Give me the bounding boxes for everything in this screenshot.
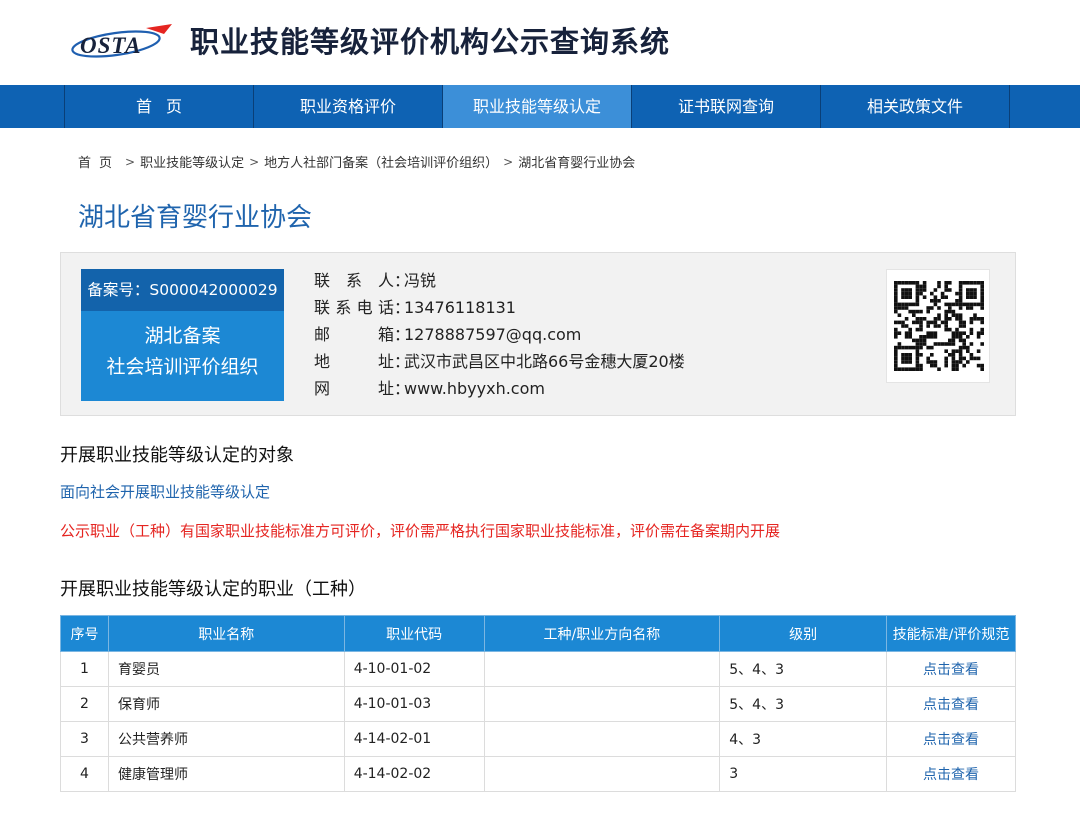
view-standard-link[interactable]: 点击查看 (886, 756, 1016, 792)
phone-value: 13476118131 (404, 298, 516, 317)
nav-item-policy-docs[interactable]: 相关政策文件 (821, 85, 1010, 128)
website-row: 网址： www.hbyyxh.com (314, 375, 685, 402)
table-row: 2 保育师 4-10-01-03 5、4、3 点击查看 (60, 686, 1016, 722)
nav-item-home[interactable]: 首页 (65, 85, 254, 128)
row-direction (483, 721, 721, 757)
occupations-heading: 开展职业技能等级认定的职业（工种） (60, 579, 366, 600)
view-standard-link[interactable]: 点击查看 (886, 651, 1016, 687)
breadcrumb-separator: > (125, 154, 136, 169)
address-label: 地址 (314, 352, 394, 371)
row-level: 4、3 (719, 721, 888, 757)
contact-value: 冯锐 (404, 271, 437, 290)
org-info-card: 备案号：S000042000029 湖北备案 社会培训评价组织 联系人： 冯锐 … (60, 252, 1016, 416)
row-level: 3 (719, 756, 888, 792)
row-no: 1 (60, 651, 109, 687)
table-row: 3 公共营养师 4-14-02-01 4、3 点击查看 (60, 721, 1016, 757)
phone-label: 联系电话 (314, 298, 394, 317)
email-label: 邮箱 (314, 325, 394, 344)
qr-code-icon (886, 269, 990, 383)
row-occupation-name: 保育师 (107, 686, 345, 722)
row-direction (483, 686, 721, 722)
view-standard-link[interactable]: 点击查看 (886, 721, 1016, 757)
target-heading: 开展职业技能等级认定的对象 (60, 445, 294, 466)
nav-item-certificate-query[interactable]: 证书联网查询 (632, 85, 821, 128)
page-title: 湖北省育婴行业协会 (78, 203, 313, 233)
contact-row: 联系人： 冯锐 (314, 267, 685, 294)
breadcrumb-skill-level[interactable]: 职业技能等级认定 (140, 152, 244, 171)
row-occupation-name: 健康管理师 (107, 756, 345, 792)
notice-text: 公示职业（工种）有国家职业技能标准方可评价，评价需严格执行国家职业技能标准，评价… (60, 522, 781, 540)
record-number: 备案号：S000042000029 (81, 269, 284, 311)
contact-label: 联系人 (314, 271, 394, 290)
badge-line-2: 社会培训评价组织 (106, 356, 259, 378)
occupations-table: 序号 职业名称 职业代码 工种/职业方向名称 级别 技能标准/评价规范 1 育婴… (60, 615, 1016, 792)
breadcrumb-separator: > (503, 154, 514, 169)
breadcrumb: 首页 > 职业技能等级认定 > 地方人社部门备案（社会培训评价组织） > 湖北省… (78, 152, 636, 172)
col-header-code: 职业代码 (343, 615, 485, 652)
phone-row: 联系电话： 13476118131 (314, 294, 685, 321)
row-no: 3 (60, 721, 109, 757)
col-header-standard: 技能标准/评价规范 (886, 615, 1016, 652)
row-no: 2 (60, 686, 109, 722)
row-direction (483, 756, 721, 792)
address-row: 地址： 武汉市武昌区中北路66号金穗大厦20楼 (314, 348, 685, 375)
breadcrumb-separator: > (249, 154, 260, 169)
row-occupation-name: 公共营养师 (107, 721, 345, 757)
col-header-direction: 工种/职业方向名称 (483, 615, 721, 652)
osta-logo-text: OSTA (80, 33, 142, 58)
row-occupation-code: 4-10-01-03 (343, 686, 485, 722)
contact-info: 联系人： 冯锐 联系电话： 13476118131 邮箱： 1278887597… (314, 267, 685, 402)
record-badge: 备案号：S000042000029 湖北备案 社会培训评价组织 (81, 269, 284, 401)
site-header: OSTA 职业技能等级评价机构公示查询系统 (0, 0, 1080, 85)
col-header-level: 级别 (719, 615, 888, 652)
row-occupation-code: 4-14-02-01 (343, 721, 485, 757)
website-label: 网址 (314, 379, 394, 398)
view-standard-link[interactable]: 点击查看 (886, 686, 1016, 722)
table-row: 1 育婴员 4-10-01-02 5、4、3 点击查看 (60, 651, 1016, 687)
breadcrumb-current: 湖北省育婴行业协会 (518, 156, 636, 171)
row-direction (483, 651, 721, 687)
address-value: 武汉市武昌区中北路66号金穗大厦20楼 (404, 352, 685, 371)
osta-logo[interactable]: OSTA (68, 20, 180, 64)
badge-line-1: 湖北备案 (144, 325, 221, 347)
site-title: 职业技能等级评价机构公示查询系统 (190, 25, 671, 59)
row-occupation-name: 育婴员 (107, 651, 345, 687)
row-level: 5、4、3 (719, 651, 888, 687)
row-level: 5、4、3 (719, 686, 888, 722)
email-value[interactable]: 1278887597@qq.com (404, 321, 581, 348)
row-no: 4 (60, 756, 109, 792)
table-row: 4 健康管理师 4-14-02-02 3 点击查看 (60, 756, 1016, 792)
breadcrumb-local-record[interactable]: 地方人社部门备案（社会培训评价组织） (264, 152, 498, 171)
nav-item-skill-level[interactable]: 职业技能等级认定 (443, 85, 632, 128)
row-occupation-code: 4-14-02-02 (343, 756, 485, 792)
nav-item-qualification[interactable]: 职业资格评价 (254, 85, 443, 128)
col-header-name: 职业名称 (107, 615, 345, 652)
website-value[interactable]: www.hbyyxh.com (404, 375, 545, 402)
email-row: 邮箱： 1278887597@qq.com (314, 321, 685, 348)
breadcrumb-home[interactable]: 首页 (78, 152, 120, 171)
main-nav: 首页 职业资格评价 职业技能等级认定 证书联网查询 相关政策文件 (0, 85, 1080, 128)
table-header-row: 序号 职业名称 职业代码 工种/职业方向名称 级别 技能标准/评价规范 (60, 615, 1016, 652)
target-text: 面向社会开展职业技能等级认定 (60, 483, 271, 501)
col-header-no: 序号 (60, 615, 109, 652)
row-occupation-code: 4-10-01-02 (343, 651, 485, 687)
